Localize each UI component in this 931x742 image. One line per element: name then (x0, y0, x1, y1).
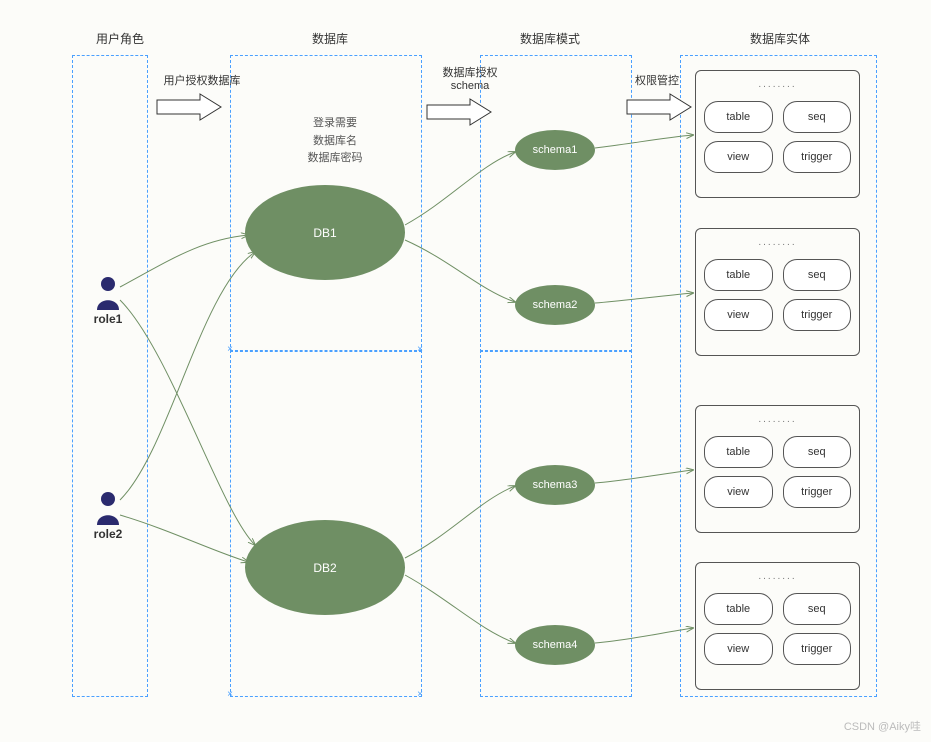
entity-seq: seq (783, 436, 852, 468)
col-header-user-roles: 用户角色 (80, 30, 160, 47)
db1-ellipse: DB1 (245, 185, 405, 280)
schema3-ellipse: schema3 (515, 465, 595, 505)
entity-view: view (704, 476, 773, 508)
entity-trigger: trigger (783, 633, 852, 665)
entity-trigger: trigger (783, 476, 852, 508)
label-line1: 数据库授权 (443, 67, 498, 79)
arrow-label-schema-entity: 权限管控 (622, 72, 692, 88)
login-line1: 登录需要 (313, 117, 357, 129)
entity-group-2: ........ table seq view trigger (695, 228, 860, 356)
arrow-label-user-db: 用户授权数据库 (152, 72, 252, 88)
role1-label: role1 (88, 312, 128, 326)
cross-decoration: × (416, 691, 424, 699)
entity-group-4: ........ table seq view trigger (695, 562, 860, 690)
block-arrow-1 (155, 92, 225, 122)
entity-view: view (704, 633, 773, 665)
entity-dots: ........ (704, 571, 851, 585)
entity-table: table (704, 593, 773, 625)
db2-ellipse: DB2 (245, 520, 405, 615)
lane-user-roles (72, 55, 148, 697)
entity-group-1: ........ table seq view trigger (695, 70, 860, 198)
schema4-ellipse: schema4 (515, 625, 595, 665)
actor-role2: role2 (88, 490, 128, 541)
entity-table: table (704, 101, 773, 133)
schema2-ellipse: schema2 (515, 285, 595, 325)
entity-seq: seq (783, 101, 852, 133)
entity-dots: ........ (704, 414, 851, 428)
col-header-database: 数据库 (290, 30, 370, 47)
cross-decoration: × (416, 346, 424, 354)
role2-label: role2 (88, 527, 128, 541)
login-line3: 数据库密码 (308, 152, 363, 164)
login-info: 登录需要 数据库名 数据库密码 (290, 115, 380, 168)
block-arrow-3 (625, 92, 695, 122)
col-header-schema: 数据库模式 (500, 30, 600, 47)
entity-view: view (704, 141, 773, 173)
cross-decoration: × (226, 691, 234, 699)
entity-seq: seq (783, 593, 852, 625)
label-line2: schema (451, 80, 490, 92)
entity-seq: seq (783, 259, 852, 291)
entity-dots: ........ (704, 79, 851, 93)
entity-group-3: ........ table seq view trigger (695, 405, 860, 533)
schema1-ellipse: schema1 (515, 130, 595, 170)
entity-dots: ........ (704, 237, 851, 251)
col-header-entity: 数据库实体 (730, 30, 830, 47)
login-line2: 数据库名 (313, 135, 357, 147)
entity-table: table (704, 259, 773, 291)
arrow-label-db-schema: 数据库授权 schema (425, 64, 515, 92)
block-arrow-2 (425, 97, 495, 127)
entity-view: view (704, 299, 773, 331)
entity-trigger: trigger (783, 299, 852, 331)
entity-table: table (704, 436, 773, 468)
entity-trigger: trigger (783, 141, 852, 173)
cross-decoration: × (226, 346, 234, 354)
watermark: CSDN @Aiky哇 (844, 718, 921, 734)
actor-role1: role1 (88, 275, 128, 326)
